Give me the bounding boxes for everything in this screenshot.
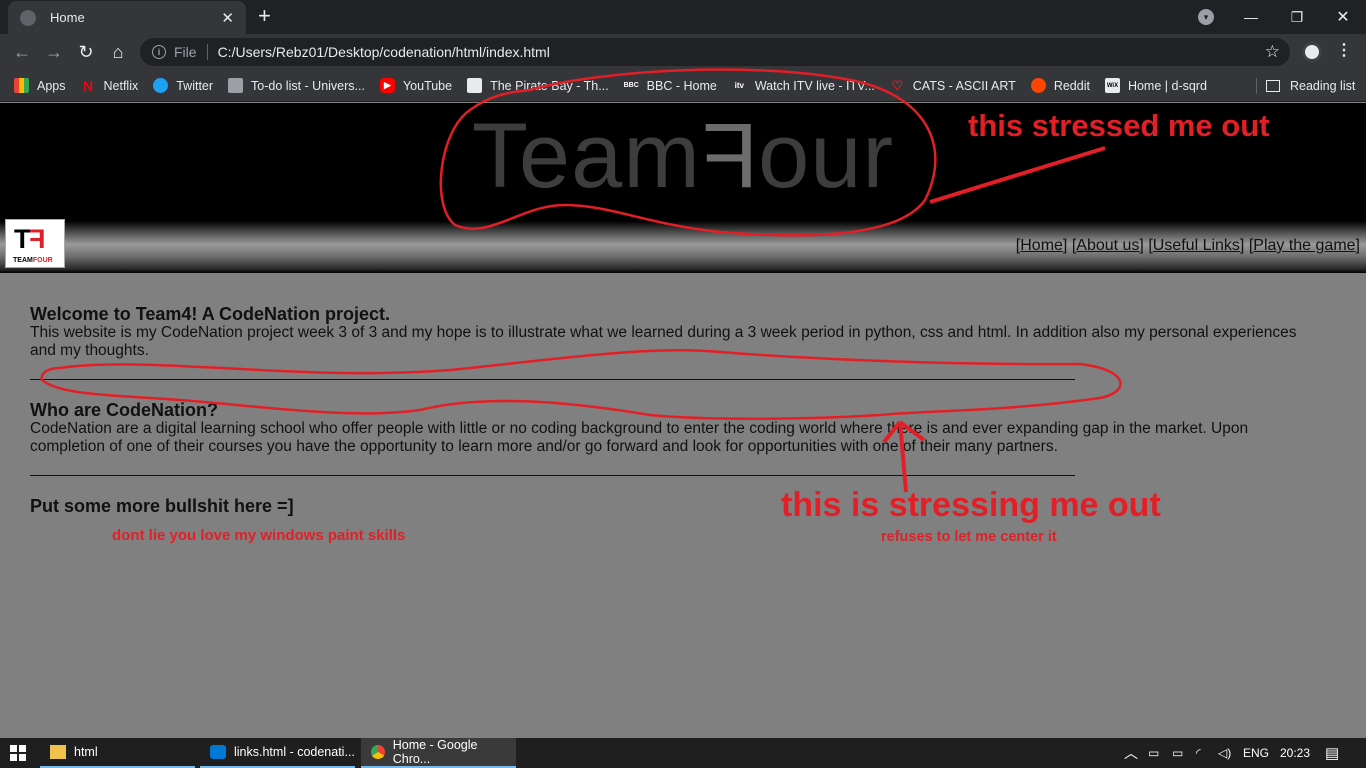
bookmark-label: Apps <box>37 78 66 93</box>
tab-title: Home <box>50 10 85 25</box>
taskbar-item-label: links.html - codenati... <box>234 745 355 759</box>
bookmarks-divider <box>1256 78 1257 94</box>
taskbar-item-label: html <box>74 745 98 759</box>
bookmark-label: BBC - Home <box>646 78 717 93</box>
battery-icon[interactable]: ▭ <box>1172 738 1183 768</box>
section-heading: Welcome to Team4! A CodeNation project. <box>30 304 391 324</box>
bookmark-label: Netflix <box>103 78 139 93</box>
globe-icon <box>20 9 36 26</box>
notifications-icon[interactable]: ▤ <box>1325 738 1339 768</box>
folder-icon <box>50 745 66 759</box>
windows-taskbar: html links.html - codenati... Home - Goo… <box>0 738 1366 768</box>
team-four-logo[interactable]: TF TEAMFOUR <box>5 219 65 268</box>
new-tab-button[interactable]: + <box>258 4 271 28</box>
reading-list-icon <box>1266 80 1280 92</box>
bookmark-star-icon[interactable]: ☆ <box>1265 42 1280 62</box>
nav-about-link[interactable]: About us <box>1076 237 1139 254</box>
nav-home-link[interactable]: Home <box>1020 237 1063 254</box>
close-window-button[interactable]: ✕ <box>1320 0 1366 34</box>
bookmark-label: Watch ITV live - ITV... <box>754 78 875 93</box>
windows-start-icon[interactable] <box>10 745 26 761</box>
url-separator <box>206 44 208 60</box>
reading-list-label: Reading list <box>1290 79 1356 93</box>
bookmark-label: YouTube <box>402 78 453 93</box>
minimize-button[interactable]: — <box>1228 0 1274 34</box>
url-text[interactable]: C:/Users/Rebz01/Desktop/codenation/html/… <box>218 44 550 60</box>
codenation-section: Who are CodeNation? CodeNation are a dig… <box>30 400 1320 456</box>
clock[interactable]: 20:23 <box>1280 738 1310 768</box>
tab-strip: Home ✕ + ▾ — ❐ ✕ <box>0 0 1366 34</box>
bookmark-twitter[interactable]: Twitter <box>153 78 213 93</box>
bookmark-netflix[interactable]: N Netflix <box>81 77 139 94</box>
back-button[interactable]: ← <box>10 40 34 64</box>
divider <box>30 475 1075 476</box>
meet-now-icon[interactable]: ▭ <box>1148 738 1159 768</box>
bookmark-todo[interactable]: To-do list - Univers... <box>228 78 365 93</box>
bookmark-piratebay[interactable]: The Pirate Bay - Th... <box>467 78 609 93</box>
reload-button[interactable]: ↻ <box>74 40 98 64</box>
section-heading: Who are CodeNation? <box>30 400 218 420</box>
forward-button[interactable]: → <box>42 40 66 64</box>
home-button[interactable]: ⌂ <box>106 40 130 64</box>
bookmark-itv[interactable]: itv Watch ITV live - ITV... <box>732 78 875 93</box>
language-indicator[interactable]: ENG <box>1243 738 1269 768</box>
main-content: Welcome to Team4! A CodeNation project. … <box>30 304 1320 516</box>
restore-button[interactable]: ❐ <box>1274 0 1320 34</box>
url-scheme: File <box>174 44 197 60</box>
chevron-up-icon[interactable]: ︿ <box>1124 738 1138 768</box>
site-nav-links: [Home] [About us] [Useful Links] [Play t… <box>1015 237 1360 254</box>
nav-useful-links-link[interactable]: Useful Links <box>1153 237 1240 254</box>
browser-toolbar: ← → ↻ ⌂ i File C:/Users/Rebz01/Desktop/c… <box>0 34 1366 70</box>
reddit-icon <box>1030 78 1046 93</box>
bookmark-label: To-do list - Univers... <box>251 78 365 93</box>
taskbar-item-label: Home - Google Chro... <box>392 738 478 766</box>
wix-icon: WiX <box>1104 78 1120 93</box>
close-icon[interactable]: ✕ <box>221 9 234 27</box>
section-body: CodeNation are a digital learning school… <box>30 420 1249 455</box>
nav-play-game-link[interactable]: Play the game <box>1253 237 1355 254</box>
netflix-icon: N <box>82 77 94 94</box>
bookmark-youtube[interactable]: ▶ YouTube <box>379 78 453 93</box>
chrome-icon <box>371 745 385 759</box>
bookmark-bbc[interactable]: BBC BBC - Home <box>624 78 717 93</box>
bookmark-reddit[interactable]: Reddit <box>1030 78 1090 93</box>
stressed-annotation: this stressed me out <box>968 108 1270 143</box>
wifi-icon[interactable]: ◜ <box>1196 738 1201 768</box>
bookmarks-bar: Apps N Netflix Twitter To-do list - Univ… <box>0 70 1366 102</box>
welcome-section: Welcome to Team4! A CodeNation project. … <box>30 304 1320 360</box>
tab-search-icon[interactable]: ▾ <box>1198 9 1214 25</box>
taskbar-item-explorer[interactable]: html <box>40 738 195 768</box>
university-icon <box>228 78 244 93</box>
twitter-icon <box>153 78 169 93</box>
stressing-annotation: this is stressing me out <box>781 486 1161 524</box>
center-annotation: refuses to let me center it <box>881 529 1057 545</box>
taskbar-item-vscode[interactable]: links.html - codenati... <box>200 738 355 768</box>
taskbar-item-chrome[interactable]: Home - Google Chro... <box>361 738 516 768</box>
pirate-ship-icon <box>467 78 483 93</box>
browser-tab[interactable]: Home ✕ <box>8 1 246 34</box>
address-bar[interactable]: i File C:/Users/Rebz01/Desktop/codenatio… <box>140 38 1290 66</box>
bookmark-apps[interactable]: Apps <box>14 78 66 93</box>
bbc-icon: BBC <box>623 82 639 89</box>
bookmark-label: The Pirate Bay - Th... <box>490 78 609 93</box>
bookmark-label: Reddit <box>1053 78 1090 93</box>
profile-avatar[interactable] <box>1302 42 1322 62</box>
itv-icon: itv <box>734 81 744 90</box>
bookmark-label: Twitter <box>176 78 214 93</box>
bookmark-cats[interactable]: ♡ CATS - ASCII ART <box>890 77 1016 93</box>
bookmark-label: CATS - ASCII ART <box>912 78 1016 93</box>
bookmark-label: Home | d-sqrd <box>1127 78 1207 93</box>
volume-icon[interactable]: ◁) <box>1218 738 1231 768</box>
divider <box>30 379 1075 380</box>
menu-icon[interactable]: ⋮ <box>1336 40 1352 60</box>
heart-icon: ♡ <box>891 77 904 93</box>
reading-list-button[interactable]: Reading list <box>1266 70 1355 102</box>
vscode-icon <box>210 745 226 759</box>
section-body: This website is my CodeNation project we… <box>30 324 1297 359</box>
info-icon[interactable]: i <box>152 45 166 59</box>
youtube-icon: ▶ <box>379 78 395 93</box>
apps-grid-icon <box>14 78 29 93</box>
bookmark-wix[interactable]: WiX Home | d-sqrd <box>1104 78 1207 93</box>
paint-annotation: dont lie you love my windows paint skill… <box>112 527 406 544</box>
